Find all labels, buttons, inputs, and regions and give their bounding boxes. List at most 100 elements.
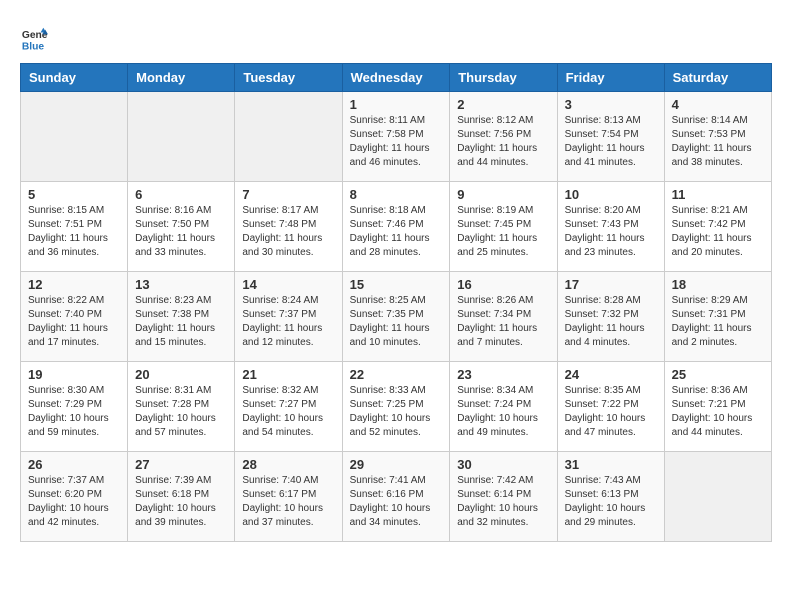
calendar-week-5: 26 Sunrise: 7:37 AM Sunset: 6:20 PM Dayli… xyxy=(21,452,772,542)
day-number: 26 xyxy=(28,457,120,472)
calendar-cell: 15 Sunrise: 8:25 AM Sunset: 7:35 PM Dayli… xyxy=(342,272,450,362)
calendar-cell: 22Sunrise: 8:33 AM Sunset: 7:25 PM Dayli… xyxy=(342,362,450,452)
day-number: 7 xyxy=(242,187,334,202)
day-number: 11 xyxy=(672,187,764,202)
calendar-body: 1 Sunrise: 8:11 AM Sunset: 7:58 PM Daylig… xyxy=(21,92,772,542)
day-number: 19 xyxy=(28,367,120,382)
day-info: Sunrise: 8:31 AM Sunset: 7:28 PM Dayligh… xyxy=(135,384,227,440)
calendar-cell: 17 Sunrise: 8:28 AM Sunset: 7:32 PM Dayli… xyxy=(557,272,664,362)
calendar-cell: 9Sunrise: 8:19 AM Sunset: 7:45 PM Daylig… xyxy=(450,182,557,272)
page-header: General Blue xyxy=(20,20,772,53)
day-info: Sunrise: 8:14 AM Sunset: 7:53 PM Dayligh… xyxy=(672,114,764,170)
calendar-cell: 1 Sunrise: 8:11 AM Sunset: 7:58 PM Daylig… xyxy=(342,92,450,182)
day-info: Sunrise: 8:36 AM Sunset: 7:21 PM Dayligh… xyxy=(672,384,764,440)
day-info: Sunrise: 8:24 AM Sunset: 7:37 PM Dayligh… xyxy=(242,294,334,350)
calendar-cell: 31 Sunrise: 7:43 AM Sunset: 6:13 PM Dayli… xyxy=(557,452,664,542)
day-number: 3 xyxy=(565,97,657,112)
day-number: 16 xyxy=(457,277,549,292)
logo-icon: General Blue xyxy=(20,25,48,53)
calendar-week-4: 19 Sunrise: 8:30 AM Sunset: 7:29 PM Dayli… xyxy=(21,362,772,452)
weekday-header-tuesday: Tuesday xyxy=(235,64,342,92)
weekday-header-wednesday: Wednesday xyxy=(342,64,450,92)
day-info: Sunrise: 8:11 AM Sunset: 7:58 PM Dayligh… xyxy=(350,114,443,170)
day-number: 17 xyxy=(565,277,657,292)
calendar-week-1: 1 Sunrise: 8:11 AM Sunset: 7:58 PM Daylig… xyxy=(21,92,772,182)
calendar-cell: 2Sunrise: 8:12 AM Sunset: 7:56 PM Daylig… xyxy=(450,92,557,182)
day-number: 15 xyxy=(350,277,443,292)
day-info: Sunrise: 8:17 AM Sunset: 7:48 PM Dayligh… xyxy=(242,204,334,260)
day-number: 13 xyxy=(135,277,227,292)
day-number: 28 xyxy=(242,457,334,472)
logo: General Blue xyxy=(20,25,52,53)
day-number: 6 xyxy=(135,187,227,202)
calendar-cell: 23Sunrise: 8:34 AM Sunset: 7:24 PM Dayli… xyxy=(450,362,557,452)
day-info: Sunrise: 7:42 AM Sunset: 6:14 PM Dayligh… xyxy=(457,474,549,530)
calendar-cell: 13 Sunrise: 8:23 AM Sunset: 7:38 PM Dayli… xyxy=(128,272,235,362)
calendar-cell: 30Sunrise: 7:42 AM Sunset: 6:14 PM Dayli… xyxy=(450,452,557,542)
calendar-cell: 16 Sunrise: 8:26 AM Sunset: 7:34 PM Dayli… xyxy=(450,272,557,362)
day-number: 24 xyxy=(565,367,657,382)
day-info: Sunrise: 7:41 AM Sunset: 6:16 PM Dayligh… xyxy=(350,474,443,530)
calendar-cell: 3 Sunrise: 8:13 AM Sunset: 7:54 PM Daylig… xyxy=(557,92,664,182)
day-info: Sunrise: 8:23 AM Sunset: 7:38 PM Dayligh… xyxy=(135,294,227,350)
calendar-cell: 27 Sunrise: 7:39 AM Sunset: 6:18 PM Dayli… xyxy=(128,452,235,542)
day-number: 10 xyxy=(565,187,657,202)
day-number: 14 xyxy=(242,277,334,292)
day-number: 12 xyxy=(28,277,120,292)
day-info: Sunrise: 7:39 AM Sunset: 6:18 PM Dayligh… xyxy=(135,474,227,530)
calendar-cell: 19 Sunrise: 8:30 AM Sunset: 7:29 PM Dayli… xyxy=(21,362,128,452)
calendar-header: SundayMondayTuesdayWednesdayThursdayFrid… xyxy=(21,64,772,92)
day-number: 21 xyxy=(242,367,334,382)
weekday-header-saturday: Saturday xyxy=(664,64,771,92)
calendar-cell: 4 Sunrise: 8:14 AM Sunset: 7:53 PM Daylig… xyxy=(664,92,771,182)
weekday-header-thursday: Thursday xyxy=(450,64,557,92)
day-info: Sunrise: 8:30 AM Sunset: 7:29 PM Dayligh… xyxy=(28,384,120,440)
calendar-cell xyxy=(664,452,771,542)
day-info: Sunrise: 8:19 AM Sunset: 7:45 PM Dayligh… xyxy=(457,204,549,260)
day-info: Sunrise: 8:12 AM Sunset: 7:56 PM Dayligh… xyxy=(457,114,549,170)
day-number: 27 xyxy=(135,457,227,472)
calendar-cell xyxy=(128,92,235,182)
calendar-cell: 18 Sunrise: 8:29 AM Sunset: 7:31 PM Dayli… xyxy=(664,272,771,362)
day-info: Sunrise: 7:43 AM Sunset: 6:13 PM Dayligh… xyxy=(565,474,657,530)
weekday-header-friday: Friday xyxy=(557,64,664,92)
day-info: Sunrise: 8:15 AM Sunset: 7:51 PM Dayligh… xyxy=(28,204,120,260)
day-number: 4 xyxy=(672,97,764,112)
day-info: Sunrise: 8:25 AM Sunset: 7:35 PM Dayligh… xyxy=(350,294,443,350)
day-info: Sunrise: 8:21 AM Sunset: 7:42 PM Dayligh… xyxy=(672,204,764,260)
day-info: Sunrise: 8:13 AM Sunset: 7:54 PM Dayligh… xyxy=(565,114,657,170)
day-number: 20 xyxy=(135,367,227,382)
day-number: 1 xyxy=(350,97,443,112)
calendar-week-2: 5 Sunrise: 8:15 AM Sunset: 7:51 PM Daylig… xyxy=(21,182,772,272)
calendar-cell: 26 Sunrise: 7:37 AM Sunset: 6:20 PM Dayli… xyxy=(21,452,128,542)
calendar-cell: 11 Sunrise: 8:21 AM Sunset: 7:42 PM Dayli… xyxy=(664,182,771,272)
day-info: Sunrise: 7:37 AM Sunset: 6:20 PM Dayligh… xyxy=(28,474,120,530)
day-number: 23 xyxy=(457,367,549,382)
day-info: Sunrise: 8:32 AM Sunset: 7:27 PM Dayligh… xyxy=(242,384,334,440)
day-info: Sunrise: 8:26 AM Sunset: 7:34 PM Dayligh… xyxy=(457,294,549,350)
day-info: Sunrise: 8:28 AM Sunset: 7:32 PM Dayligh… xyxy=(565,294,657,350)
calendar-cell: 10Sunrise: 8:20 AM Sunset: 7:43 PM Dayli… xyxy=(557,182,664,272)
calendar-cell: 7 Sunrise: 8:17 AM Sunset: 7:48 PM Daylig… xyxy=(235,182,342,272)
weekday-header-monday: Monday xyxy=(128,64,235,92)
day-info: Sunrise: 8:35 AM Sunset: 7:22 PM Dayligh… xyxy=(565,384,657,440)
calendar-cell: 5 Sunrise: 8:15 AM Sunset: 7:51 PM Daylig… xyxy=(21,182,128,272)
calendar-cell: 8Sunrise: 8:18 AM Sunset: 7:46 PM Daylig… xyxy=(342,182,450,272)
day-info: Sunrise: 8:22 AM Sunset: 7:40 PM Dayligh… xyxy=(28,294,120,350)
calendar-cell xyxy=(235,92,342,182)
calendar-cell xyxy=(21,92,128,182)
calendar-cell: 6 Sunrise: 8:16 AM Sunset: 7:50 PM Daylig… xyxy=(128,182,235,272)
day-info: Sunrise: 8:18 AM Sunset: 7:46 PM Dayligh… xyxy=(350,204,443,260)
day-number: 31 xyxy=(565,457,657,472)
calendar-cell: 25 Sunrise: 8:36 AM Sunset: 7:21 PM Dayli… xyxy=(664,362,771,452)
calendar-week-3: 12 Sunrise: 8:22 AM Sunset: 7:40 PM Dayli… xyxy=(21,272,772,362)
calendar-cell: 29 Sunrise: 7:41 AM Sunset: 6:16 PM Dayli… xyxy=(342,452,450,542)
weekday-header-sunday: Sunday xyxy=(21,64,128,92)
day-number: 29 xyxy=(350,457,443,472)
day-info: Sunrise: 8:16 AM Sunset: 7:50 PM Dayligh… xyxy=(135,204,227,260)
calendar-cell: 28Sunrise: 7:40 AM Sunset: 6:17 PM Dayli… xyxy=(235,452,342,542)
day-number: 25 xyxy=(672,367,764,382)
day-number: 5 xyxy=(28,187,120,202)
day-info: Sunrise: 8:29 AM Sunset: 7:31 PM Dayligh… xyxy=(672,294,764,350)
day-number: 18 xyxy=(672,277,764,292)
